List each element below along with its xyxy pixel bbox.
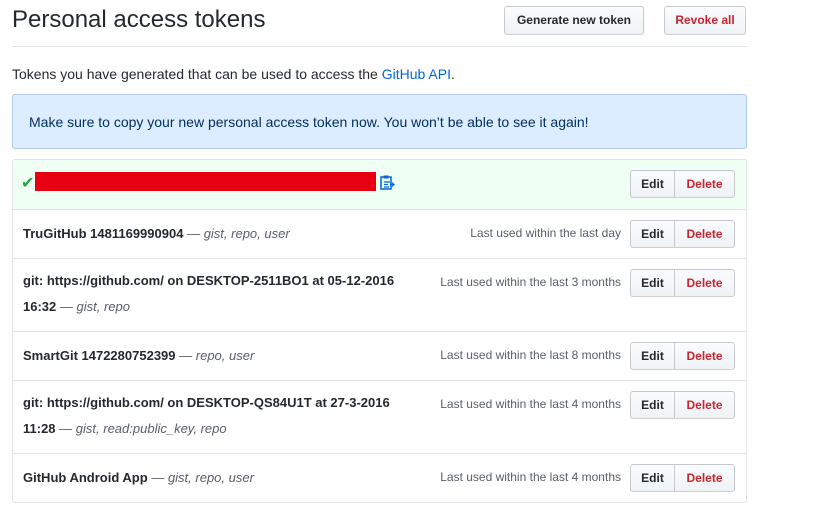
page-header: Personal access tokens Generate new toke… (12, 0, 747, 47)
edit-button[interactable]: Edit (630, 170, 675, 198)
delete-button[interactable]: Delete (675, 269, 735, 297)
revoke-all-button[interactable]: Revoke all (664, 6, 746, 35)
token-name[interactable]: SmartGit 1472280752399 (23, 348, 176, 363)
last-used-text: Last used within the last 4 months (440, 470, 621, 484)
token-description: git: https://github.com/ on DESKTOP-2511… (23, 268, 428, 320)
token-scopes: gist, repo (76, 299, 130, 314)
separator: — (59, 299, 73, 314)
edit-button[interactable]: Edit (630, 342, 675, 370)
last-used-text: Last used within the last 4 months (440, 397, 621, 411)
separator: — (151, 470, 165, 485)
check-icon: ✔ (21, 175, 35, 192)
tokens-page: Personal access tokens Generate new toke… (12, 0, 747, 503)
separator: — (187, 226, 201, 241)
description-suffix: . (450, 66, 455, 82)
token-name-line1[interactable]: git: https://github.com/ on DESKTOP-QS84… (23, 395, 390, 410)
copy-token-flash: Make sure to copy your new personal acce… (12, 94, 747, 149)
page-title: Personal access tokens (12, 6, 266, 33)
token-name[interactable]: GitHub Android App (23, 470, 148, 485)
token-scopes: repo, user (195, 348, 255, 363)
last-used-text: Last used within the last 8 months (440, 348, 621, 362)
token-actions: Edit Delete (630, 342, 735, 370)
generate-token-button[interactable]: Generate new token (504, 6, 644, 35)
clipboard-icon[interactable] (379, 174, 395, 190)
token-name[interactable]: TruGitHub 1481169990904 (23, 226, 183, 241)
token-scopes: gist, repo, user (203, 226, 290, 241)
description-text: Tokens you have generated that can be us… (12, 66, 382, 82)
token-description: git: https://github.com/ on DESKTOP-QS84… (23, 390, 428, 442)
token-description: TruGitHub 1481169990904 — gist, repo, us… (23, 221, 428, 247)
delete-button[interactable]: Delete (675, 170, 735, 198)
tokens-description: Tokens you have generated that can be us… (12, 65, 455, 83)
token-row: git: https://github.com/ on DESKTOP-QS84… (13, 380, 746, 453)
token-row: TruGitHub 1481169990904 — gist, repo, us… (13, 209, 746, 258)
edit-button[interactable]: Edit (630, 391, 675, 419)
token-row: SmartGit 1472280752399 — repo, user Last… (13, 331, 746, 380)
edit-button[interactable]: Edit (630, 269, 675, 297)
token-name-line2[interactable]: 11:28 (23, 421, 56, 436)
token-description: GitHub Android App — gist, repo, user (23, 465, 428, 491)
token-actions: Edit Delete (630, 170, 735, 198)
token-actions: Edit Delete (630, 269, 735, 297)
token-name-line1[interactable]: git: https://github.com/ on DESKTOP-2511… (23, 273, 394, 288)
token-actions: Edit Delete (630, 464, 735, 492)
delete-button[interactable]: Delete (675, 464, 735, 492)
edit-button[interactable]: Edit (630, 464, 675, 492)
separator: — (59, 421, 73, 436)
token-list: ✔ Edit Delete TruGitHub 1481169990904 — … (12, 159, 747, 503)
delete-button[interactable]: Delete (675, 220, 735, 248)
separator: — (179, 348, 193, 363)
token-row: GitHub Android App — gist, repo, user La… (13, 453, 746, 502)
new-token-row: ✔ Edit Delete (13, 160, 746, 209)
token-name-line2[interactable]: 16:32 (23, 299, 56, 314)
redacted-token-value (35, 172, 376, 191)
delete-button[interactable]: Delete (675, 391, 735, 419)
token-actions: Edit Delete (630, 220, 735, 248)
token-row: git: https://github.com/ on DESKTOP-2511… (13, 258, 746, 331)
github-api-link[interactable]: GitHub API (382, 66, 451, 82)
edit-button[interactable]: Edit (630, 220, 675, 248)
last-used-text: Last used within the last 3 months (440, 275, 621, 289)
delete-button[interactable]: Delete (675, 342, 735, 370)
token-scopes: gist, repo, user (167, 470, 254, 485)
last-used-text: Last used within the last day (470, 226, 621, 240)
token-actions: Edit Delete (630, 391, 735, 419)
token-scopes: gist, read:public_key, repo (75, 421, 227, 436)
token-description: SmartGit 1472280752399 — repo, user (23, 343, 428, 369)
